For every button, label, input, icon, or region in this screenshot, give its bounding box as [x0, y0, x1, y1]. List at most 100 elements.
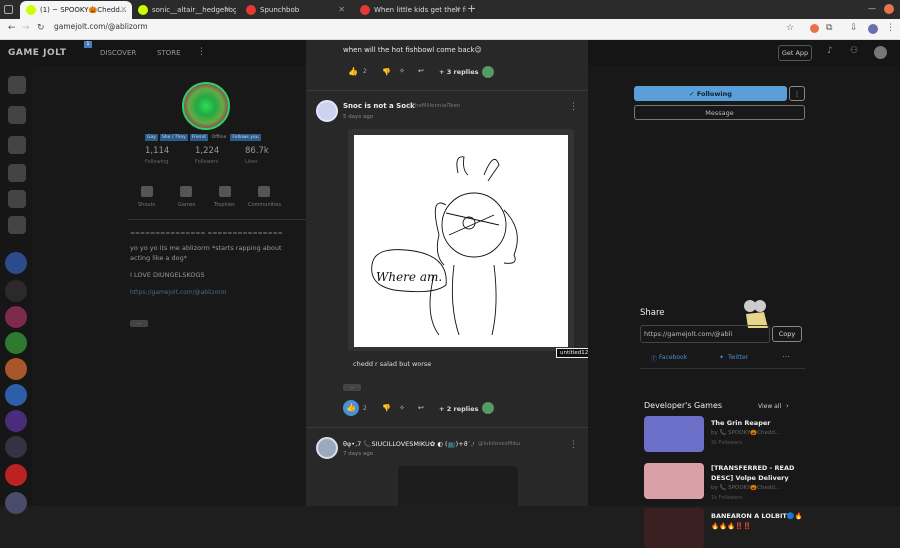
bookmark-star-icon[interactable]: ☆	[786, 23, 794, 33]
new-tab-button[interactable]: +	[467, 2, 476, 15]
message-button[interactable]: Message	[634, 105, 805, 120]
browser-tab[interactable]: sonic__altair__hedgehog - ... ✕	[132, 1, 236, 19]
back-icon[interactable]: ←	[8, 23, 16, 33]
community-icon[interactable]	[5, 280, 27, 302]
discover-icon[interactable]	[8, 164, 26, 182]
community-icon[interactable]	[5, 306, 27, 328]
close-window-icon[interactable]	[884, 4, 894, 14]
tab-games[interactable]: Games	[178, 202, 196, 208]
community-icon[interactable]	[5, 332, 27, 354]
reply-icon[interactable]: ↩	[418, 404, 424, 412]
gift-icon[interactable]: ✧	[399, 404, 405, 412]
replies-link[interactable]: + 3 replies	[439, 68, 479, 76]
extensions-puzzle-icon[interactable]: ⧉	[826, 23, 832, 33]
author-handle[interactable]: @TheMillennialTeen	[406, 103, 461, 109]
chat-icon[interactable]	[8, 190, 26, 208]
nav-store[interactable]: STORE	[157, 49, 181, 57]
game-thumbnail[interactable]	[644, 463, 704, 499]
following-button[interactable]: ✓ Following	[634, 86, 787, 101]
library-icon[interactable]	[8, 136, 26, 154]
like-icon[interactable]: 👍	[343, 400, 359, 416]
tab-trophies[interactable]: Trophies	[214, 202, 235, 208]
image-frame: Where am.	[348, 129, 574, 351]
followers-count[interactable]: 1,224	[195, 146, 219, 156]
expand-button[interactable]: ...	[343, 384, 361, 391]
community-icon[interactable]	[5, 358, 27, 380]
post-time: 5 days ago	[343, 114, 374, 120]
author-avatar[interactable]	[316, 100, 338, 122]
dislike-icon[interactable]: 👎	[382, 68, 391, 76]
game-title[interactable]: BANEARON A LOLBIT🔵🔥🔥🔥🔥‼️‼️	[711, 511, 806, 531]
close-icon[interactable]: ✕	[454, 5, 461, 14]
dislike-icon[interactable]: 👎	[382, 404, 391, 412]
reply-icon[interactable]: ↩	[418, 67, 424, 75]
more-share-icon[interactable]: ⋯	[782, 352, 790, 361]
forward-icon[interactable]: →	[22, 23, 30, 33]
close-icon[interactable]: ✕	[120, 5, 127, 14]
browser-tab-active[interactable]: (1) ~ SPOOKY🎃Chedd... ✕	[20, 1, 132, 19]
community-icon[interactable]	[5, 492, 27, 514]
communities-icon[interactable]	[258, 186, 270, 197]
url-field[interactable]: gamejolt.com/@ablizorm	[54, 22, 148, 31]
tab-shouts[interactable]: Shouts	[138, 202, 155, 208]
profile-avatar[interactable]	[182, 82, 230, 130]
trophies-icon[interactable]	[219, 186, 231, 197]
more-options-icon[interactable]: ⋮	[789, 86, 805, 101]
author-avatar[interactable]	[316, 437, 338, 459]
post-image[interactable]	[398, 466, 518, 506]
bell-icon[interactable]: ♪	[827, 46, 833, 56]
gamejolt-logo[interactable]: GAME JOLT	[8, 48, 66, 58]
close-icon[interactable]: ✕	[338, 5, 345, 14]
nav-discover[interactable]: DISCOVER	[100, 49, 136, 57]
game-author[interactable]: by 📞 SPOOKY🎃Chedd...	[711, 485, 780, 491]
downloads-icon[interactable]: ⇩	[850, 23, 858, 33]
author-name[interactable]: Snoc is not a Sock	[343, 102, 415, 110]
more-menu-icon[interactable]: ⋮	[197, 47, 206, 57]
friends-icon[interactable]: ⚇	[850, 46, 858, 56]
like-icon[interactable]: 👍	[348, 67, 358, 76]
post-menu-icon[interactable]: ⋮	[569, 102, 578, 112]
user-avatar[interactable]	[874, 46, 887, 59]
tab-communities[interactable]: Communities	[248, 202, 281, 208]
share-url-input[interactable]: https://gamejolt.com/@abli	[640, 325, 770, 343]
game-author[interactable]: by 📞 SPOOKY🎃Chedd...	[711, 430, 780, 436]
community-icon[interactable]	[5, 410, 27, 432]
close-icon[interactable]: ✕	[224, 5, 231, 14]
replies-link[interactable]: + 2 replies	[439, 405, 479, 413]
copy-button[interactable]: Copy	[772, 326, 802, 342]
chevron-right-icon[interactable]: ›	[786, 402, 789, 410]
grid-icon[interactable]	[8, 216, 26, 234]
view-all-link[interactable]: View all	[758, 403, 781, 410]
game-thumbnail[interactable]	[644, 416, 704, 452]
minimize-icon[interactable]: —	[868, 4, 876, 13]
browser-tab[interactable]: Spunchbob ✕	[240, 1, 350, 19]
games-icon[interactable]	[180, 186, 192, 197]
extension-icon[interactable]	[810, 24, 819, 33]
facebook-share-button[interactable]: Facebook	[659, 354, 687, 361]
store-icon[interactable]	[8, 106, 26, 124]
bio-expand-button[interactable]: ...	[130, 320, 148, 327]
twitter-share-button[interactable]: Twitter	[728, 354, 748, 361]
following-count[interactable]: 1,114	[145, 146, 169, 156]
author-name[interactable]: θφ•,7 📞SIUCILLOVESMIKU✿ ◐ (📺)+ϑ˙.ᵎ	[343, 440, 474, 448]
community-icon[interactable]	[5, 464, 27, 486]
game-title[interactable]: [TRANSFERRED - READ DESC] Volpe Delivery	[711, 463, 811, 483]
post-menu-icon[interactable]: ⋮	[569, 440, 578, 450]
bio-link[interactable]: https://gamejolt.com/@ablizorm	[130, 289, 226, 296]
gift-icon[interactable]: ✧	[399, 67, 405, 75]
game-thumbnail[interactable]	[644, 508, 704, 548]
home-icon[interactable]	[8, 76, 26, 94]
browser-tab[interactable]: When little kids get their fu... ✕	[354, 1, 466, 19]
tab-search-icon[interactable]	[4, 5, 13, 14]
game-title[interactable]: The Grin Reaper	[711, 419, 770, 427]
author-handle[interactable]: @lukilovesMiku	[478, 441, 520, 447]
community-icon[interactable]	[5, 384, 27, 406]
get-app-button[interactable]: Get App	[778, 45, 812, 61]
post-drawing-image[interactable]: Where am.	[354, 135, 568, 347]
profile-avatar[interactable]	[868, 24, 878, 34]
shouts-icon[interactable]	[141, 186, 153, 197]
community-icon[interactable]	[5, 252, 27, 274]
community-icon[interactable]	[5, 436, 27, 458]
reload-icon[interactable]: ↻	[37, 23, 45, 33]
browser-menu-icon[interactable]: ⋮	[886, 23, 895, 33]
